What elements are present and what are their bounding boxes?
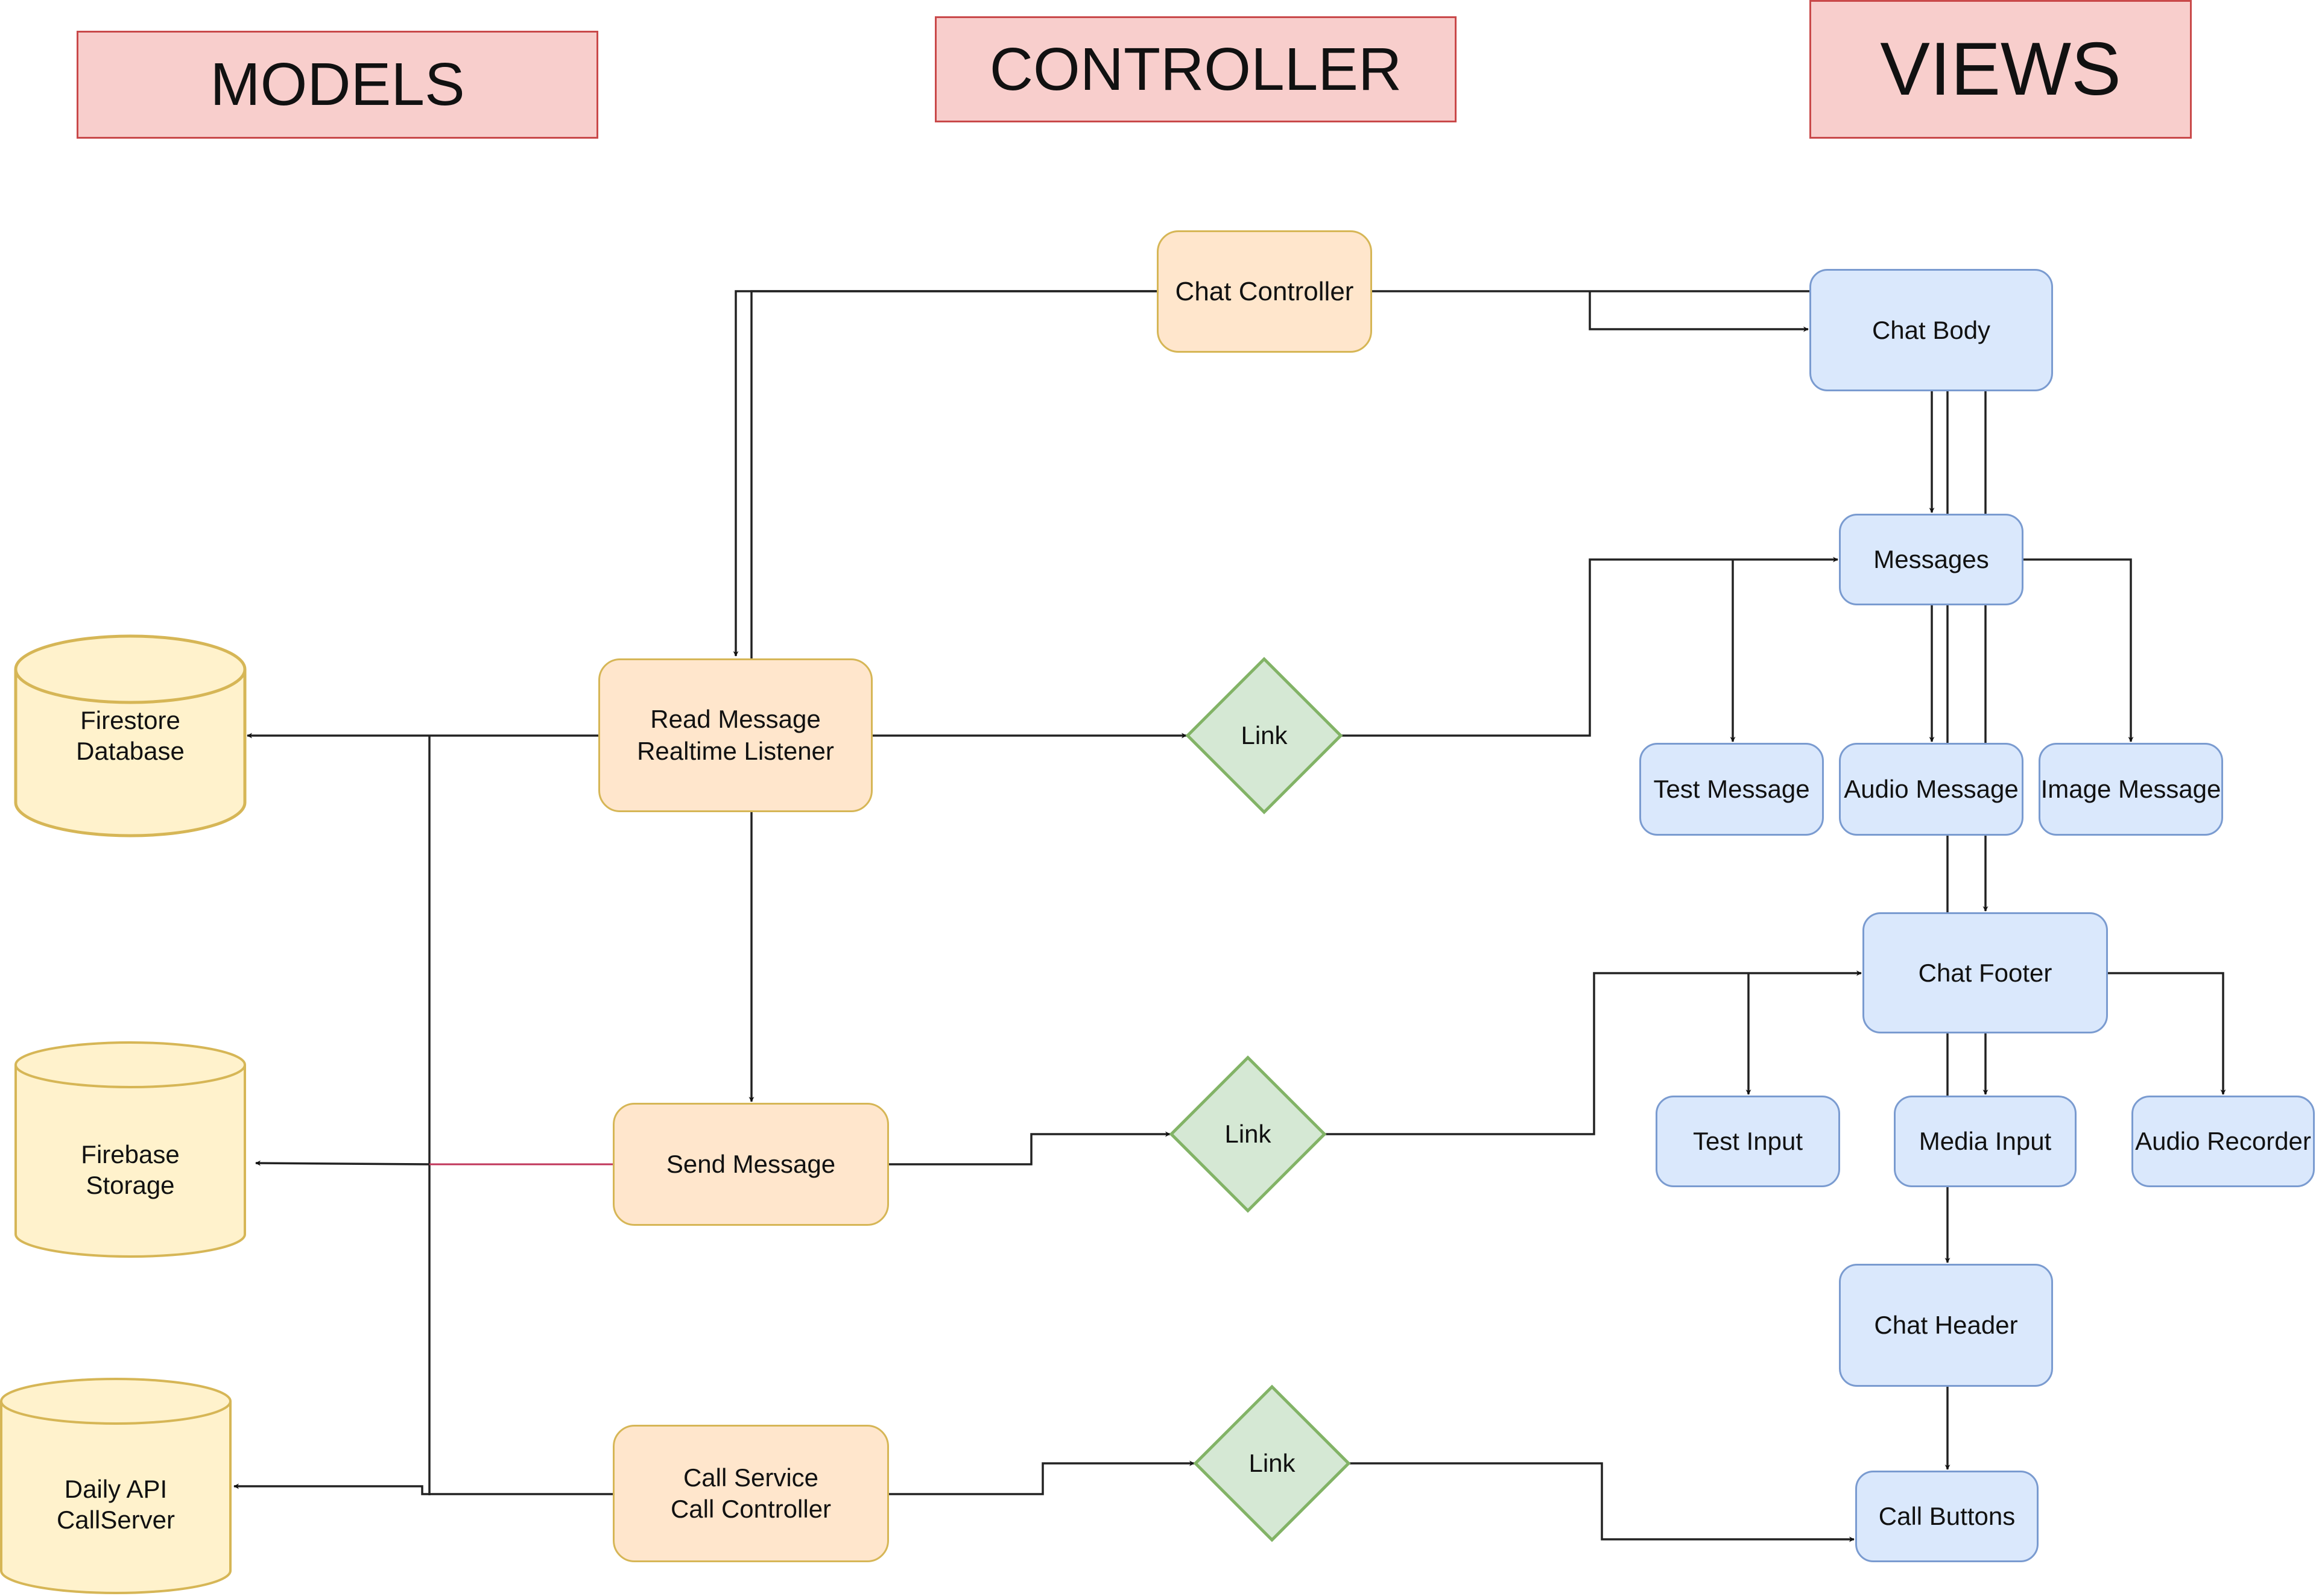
edge-send-to-link2 [889, 1131, 1171, 1165]
model-storage-label: Firebase Storage [81, 1140, 180, 1199]
test-message-node[interactable]: Test Message [1639, 743, 1824, 836]
chat-footer-node[interactable]: Chat Footer [1862, 912, 2108, 1033]
model-firestore-label: Firestore Database [76, 705, 185, 765]
edge-send-to-storage [255, 1160, 430, 1166]
edge-call-to-daily [233, 1483, 613, 1495]
read-message-node[interactable]: Read Message Realtime Listener [598, 658, 873, 812]
edge-call-to-link3 [889, 1460, 1195, 1495]
media-input-node[interactable]: Media Input [1894, 1096, 2077, 1187]
link-label-2: Link [1224, 1120, 1271, 1148]
test-input-node[interactable]: Test Input [1656, 1096, 1840, 1187]
edge-controller-to-read [733, 290, 1157, 657]
header-models: MODELS [77, 31, 598, 139]
edge-footer-to-recorder [2108, 972, 2226, 1095]
send-message-node[interactable]: Send Message [613, 1103, 889, 1226]
link-label-1: Link [1241, 721, 1288, 749]
image-message-node[interactable]: Image Message [2039, 743, 2223, 836]
messages-node[interactable]: Messages [1839, 514, 2023, 605]
edge-messages-to-image [2023, 558, 2134, 742]
audio-message-node[interactable]: Audio Message [1839, 743, 2023, 836]
edge-controller-to-read-2 [750, 290, 1157, 658]
chat-controller-node[interactable]: Chat Controller [1157, 230, 1372, 353]
chat-body-node[interactable]: Chat Body [1809, 269, 2053, 391]
call-service-node[interactable]: Call Service Call Controller [613, 1425, 889, 1562]
header-controller: CONTROLLER [935, 16, 1457, 122]
edge-link1-to-messages [1341, 557, 1838, 737]
header-views: VIEWS [1809, 0, 2192, 139]
edge-link3-to-callbuttons [1349, 1462, 1855, 1542]
audio-recorder-node[interactable]: Audio Recorder [2131, 1096, 2315, 1187]
link-label-3: Link [1248, 1449, 1296, 1477]
edge-controller-to-chatbody-arrow [1589, 291, 1809, 332]
chat-header-node[interactable]: Chat Header [1839, 1264, 2053, 1387]
model-daily-label: Daily API CallServer [56, 1474, 176, 1534]
call-buttons-node[interactable]: Call Buttons [1855, 1471, 2039, 1562]
